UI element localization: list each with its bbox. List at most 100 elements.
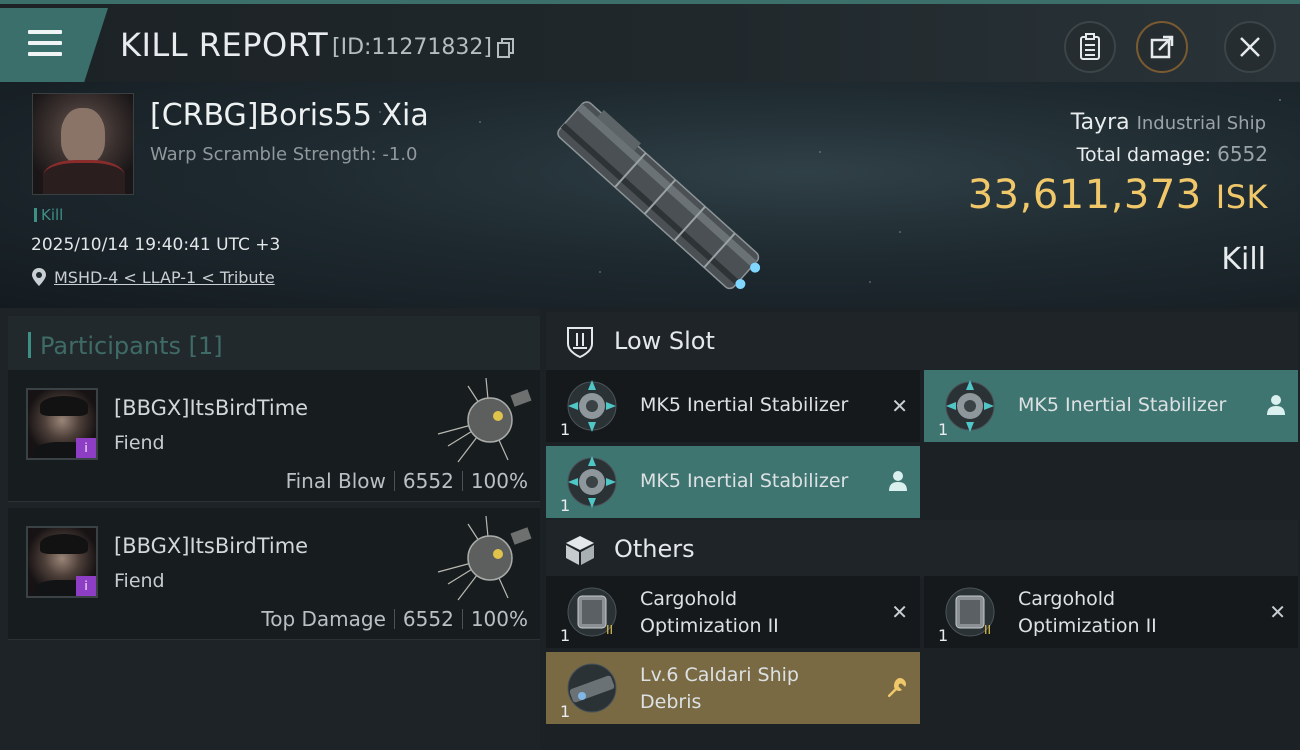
menu-icon-line xyxy=(28,52,62,56)
item-name-line1: Cargohold xyxy=(640,588,738,610)
clipboard-button[interactable] xyxy=(1064,21,1116,73)
total-damage: Total damage: 6552 xyxy=(1077,142,1268,166)
item-quantity: 1 xyxy=(560,702,571,721)
stat-separator xyxy=(461,471,463,491)
participant-name[interactable]: [BBGX]ItsBirdTime xyxy=(114,534,308,558)
wrench-icon xyxy=(887,678,906,698)
stat-separator xyxy=(461,609,463,629)
item-name-line1: Lv.6 Caldari Ship xyxy=(640,664,799,686)
participant-ship: Fiend xyxy=(114,432,165,454)
low-slot-icon xyxy=(567,327,593,359)
header-bar: KILL REPORT [ID:11271832] xyxy=(0,0,1300,82)
share-button[interactable] xyxy=(1136,21,1188,73)
item-quantity: 1 xyxy=(560,420,571,439)
person-icon xyxy=(889,471,907,491)
item-name-line1: Cargohold xyxy=(1018,588,1116,610)
copy-icon[interactable] xyxy=(497,38,515,58)
item-quantity: 1 xyxy=(938,626,949,645)
tag-bar xyxy=(34,208,37,222)
participant-damage: 6552 xyxy=(402,607,454,631)
item-name: Lv.6 Caldari Ship Debris xyxy=(640,662,799,716)
module-item[interactable]: 1 MK5 Inertial Stabilizer xyxy=(546,446,920,518)
menu-icon-line xyxy=(28,41,62,45)
close-button[interactable] xyxy=(1224,21,1276,73)
module-item[interactable]: II 1 Cargohold Optimization II ✕ xyxy=(546,576,920,648)
item-name: Cargohold Optimization II xyxy=(1018,586,1157,640)
participants-title: Participants [1] xyxy=(40,332,223,360)
participant-ship-icon xyxy=(437,377,532,463)
ship-name[interactable]: Tayra Industrial Ship xyxy=(1071,110,1266,135)
isk-value: 33,611,373 ISK xyxy=(968,172,1268,218)
participant-percent: 100% xyxy=(470,607,528,631)
clipboard-icon xyxy=(1080,33,1100,60)
svg-text:II: II xyxy=(984,623,991,637)
low-slot-header: Low Slot xyxy=(546,312,1298,370)
destroyed-icon: ✕ xyxy=(891,394,908,418)
header-accent-bar xyxy=(28,332,31,358)
item-name: MK5 Inertial Stabilizer xyxy=(1018,394,1227,416)
ship-class: Industrial Ship xyxy=(1136,113,1266,134)
victim-portrait[interactable] xyxy=(32,93,134,195)
others-title: Others xyxy=(614,535,695,563)
item-name-line2: Optimization II xyxy=(640,615,779,637)
participants-header: Participants [1] xyxy=(8,316,540,370)
fitting-panel: Low Slot 1 MK5 Inertial Stabilizer ✕ 1 M… xyxy=(540,308,1300,750)
participants-count: [1] xyxy=(188,332,223,360)
module-item[interactable]: 1 MK5 Inertial Stabilizer xyxy=(924,370,1298,442)
item-name: Cargohold Optimization II xyxy=(640,586,779,640)
item-name: MK5 Inertial Stabilizer xyxy=(640,470,849,492)
location-pin-icon xyxy=(32,268,46,286)
share-icon xyxy=(1150,35,1174,59)
participant-name[interactable]: [BBGX]ItsBirdTime xyxy=(114,396,308,420)
portrait-hat xyxy=(40,534,88,554)
kill-tag-label: Kill xyxy=(41,206,64,224)
isk-unit: ISK xyxy=(1215,178,1268,216)
location-link[interactable]: MSHD-4 < LLAP-1 < Tribute xyxy=(54,268,275,287)
box-icon xyxy=(566,536,594,565)
kill-timestamp: 2025/10/14 19:40:41 UTC +3 xyxy=(31,235,281,255)
item-name-line2: Debris xyxy=(640,691,702,713)
ship-type: Tayra xyxy=(1070,110,1130,135)
portrait-hat xyxy=(40,396,88,416)
menu-button[interactable] xyxy=(0,8,108,82)
report-id: [ID:11271832] xyxy=(332,35,492,60)
participants-panel: Participants [1] i [BBGX]ItsBirdTime Fie… xyxy=(0,308,540,750)
stat-separator xyxy=(393,471,395,491)
participants-label: Participants xyxy=(40,332,181,360)
info-badge[interactable]: i xyxy=(76,438,96,458)
module-item[interactable]: II 1 Cargohold Optimization II ✕ xyxy=(924,576,1298,648)
ship-image xyxy=(557,101,761,290)
low-slot-title: Low Slot xyxy=(614,327,715,355)
portrait-body xyxy=(43,160,125,194)
destroyed-icon: ✕ xyxy=(891,600,908,624)
item-name-line2: Optimization II xyxy=(1018,615,1157,637)
participant-row[interactable]: i [BBGX]ItsBirdTime Fiend Top Damage 6552… xyxy=(8,508,540,640)
stat-separator xyxy=(393,609,395,629)
person-icon xyxy=(1267,395,1285,415)
others-header: Others xyxy=(546,520,1298,578)
total-damage-label: Total damage: xyxy=(1076,144,1212,166)
participant-row[interactable]: i [BBGX]ItsBirdTime Fiend Final Blow 6552… xyxy=(8,370,540,502)
participant-role: Final Blow xyxy=(285,469,386,493)
kill-tag: Kill xyxy=(34,206,63,224)
isk-amount: 33,611,373 xyxy=(967,172,1202,218)
participant-stats: Final Blow 6552 100% xyxy=(286,469,528,493)
destroyed-icon: ✕ xyxy=(1269,600,1286,624)
portrait-face xyxy=(61,108,105,164)
info-badge[interactable]: i xyxy=(76,576,96,596)
total-damage-value: 6552 xyxy=(1217,142,1268,166)
warp-scramble-strength: Warp Scramble Strength: -1.0 xyxy=(150,144,418,165)
module-item[interactable]: 1 Lv.6 Caldari Ship Debris xyxy=(546,652,920,724)
participant-ship-icon xyxy=(437,515,532,601)
kill-result: Kill xyxy=(1221,242,1266,277)
item-quantity: 1 xyxy=(560,496,571,515)
participant-ship: Fiend xyxy=(114,570,165,592)
menu-icon xyxy=(28,30,62,34)
victim-name[interactable]: [CRBG]Boris55 Xia xyxy=(150,98,429,133)
participant-role: Top Damage xyxy=(261,607,386,631)
participant-stats: Top Damage 6552 100% xyxy=(261,607,528,631)
participant-damage: 6552 xyxy=(402,469,454,493)
participant-percent: 100% xyxy=(470,469,528,493)
page-title: KILL REPORT xyxy=(120,26,329,64)
module-item[interactable]: 1 MK5 Inertial Stabilizer ✕ xyxy=(546,370,920,442)
